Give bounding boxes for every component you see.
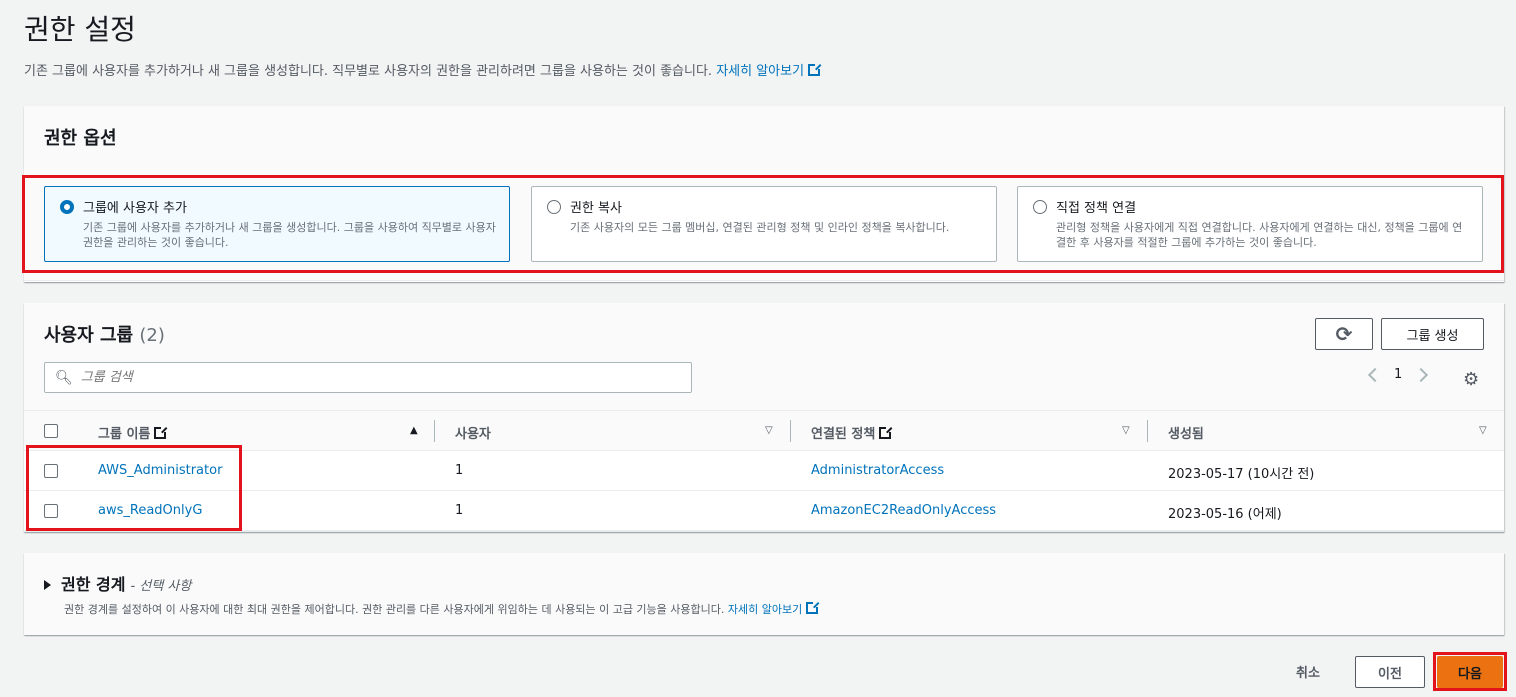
- boundary-description: 권한 경계를 설정하여 이 사용자에 대한 최대 권한을 제어합니다. 권한 관…: [64, 601, 1484, 617]
- create-group-button[interactable]: 그룹 생성: [1381, 318, 1484, 350]
- page-title: 권한 설정: [24, 13, 136, 46]
- user-count: 1: [455, 503, 464, 518]
- refresh-icon: ⟳: [1335, 322, 1353, 346]
- column-users[interactable]: 사용자: [455, 423, 491, 442]
- next-button[interactable]: 다음: [1437, 656, 1503, 688]
- select-all-checkbox[interactable]: [44, 424, 58, 438]
- option-description: 관리형 정책을 사용자에게 직접 연결합니다. 사용자에게 연결하는 대신, 정…: [1056, 221, 1463, 249]
- pagination: 1: [1367, 367, 1429, 382]
- option-add-to-group[interactable]: 그룹에 사용자 추가 기존 그룹에 사용자를 추가하거나 새 그룹을 생성합니다…: [44, 186, 510, 262]
- search-input[interactable]: [80, 370, 681, 385]
- highlight-outline: [26, 445, 242, 531]
- caret-right-icon[interactable]: [44, 580, 51, 590]
- option-label: 권한 복사: [570, 201, 622, 216]
- option-description: 기존 그룹에 사용자를 추가하거나 새 그룹을 생성합니다. 그룹을 사용하여 …: [83, 221, 496, 249]
- permission-options-panel: 권한 옵션 그룹에 사용자 추가 기존 그룹에 사용자를 추가하거나 새 그룹을…: [22, 106, 1504, 282]
- search-icon: 🔍︎: [55, 369, 73, 386]
- option-label: 그룹에 사용자 추가: [83, 201, 187, 216]
- refresh-button[interactable]: ⟳: [1315, 318, 1373, 350]
- previous-button[interactable]: 이전: [1355, 656, 1425, 688]
- chevron-right-icon[interactable]: [1414, 367, 1429, 382]
- boundary-header[interactable]: 권한 경계 - 선택 사항: [44, 571, 1484, 595]
- user-count: 1: [455, 463, 464, 478]
- option-copy-permissions[interactable]: 권한 복사 기존 사용자의 모든 그룹 멤버십, 연결된 관리형 정책 및 인라…: [531, 186, 997, 262]
- option-label: 직접 정책 연결: [1056, 201, 1137, 216]
- policy-link[interactable]: AdministratorAccess: [811, 463, 944, 478]
- groups-table: 그룹 이름 ▲ 사용자 ▽ 연결된 정책 ▽ 생성됨 ▽ AWS_Adminis…: [24, 410, 1504, 531]
- column-created[interactable]: 생성됨: [1168, 423, 1204, 442]
- user-groups-panel: 사용자 그룹 (2) ⟳ 그룹 생성 🔍︎ 1 ⚙ 그룹 이름 ▲ 사용자 ▽: [24, 303, 1504, 532]
- external-link-icon: [879, 426, 893, 439]
- table-header: 그룹 이름 ▲ 사용자 ▽ 연결된 정책 ▽ 생성됨 ▽: [24, 410, 1504, 451]
- external-link-icon: [154, 426, 168, 439]
- page-description-text: 기존 그룹에 사용자를 추가하거나 새 그룹을 생성합니다. 직무별로 사용자의…: [24, 64, 713, 79]
- page-description: 기존 그룹에 사용자를 추가하거나 새 그룹을 생성합니다. 직무별로 사용자의…: [24, 60, 822, 79]
- sort-icon[interactable]: ▽: [1479, 425, 1487, 436]
- boundary-optional: - 선택 사항: [130, 579, 192, 594]
- column-divider: [1147, 420, 1148, 442]
- column-attached-policies[interactable]: 연결된 정책: [811, 423, 893, 442]
- table-row[interactable]: aws_ReadOnlyG 1 AmazonEC2ReadOnlyAccess …: [24, 491, 1504, 531]
- user-groups-title: 사용자 그룹 (2): [44, 325, 165, 346]
- sort-icon[interactable]: ▽: [765, 425, 773, 436]
- boundary-title: 권한 경계: [61, 575, 126, 594]
- column-divider: [434, 420, 435, 442]
- gear-icon[interactable]: ⚙: [1463, 369, 1479, 390]
- learn-more-link[interactable]: 자세히 알아보기: [728, 601, 820, 616]
- option-attach-policies[interactable]: 직접 정책 연결 관리형 정책을 사용자에게 직접 연결합니다. 사용자에게 연…: [1017, 186, 1483, 262]
- created-date: 2023-05-16 (어제): [1168, 507, 1282, 522]
- column-divider: [790, 420, 791, 442]
- created-date: 2023-05-17 (10시간 전): [1168, 467, 1315, 482]
- radio-unselected[interactable]: [547, 200, 561, 214]
- radio-unselected[interactable]: [1033, 200, 1047, 214]
- policy-link[interactable]: AmazonEC2ReadOnlyAccess: [811, 503, 996, 518]
- external-link-icon: [806, 601, 820, 614]
- sort-ascending-icon[interactable]: ▲: [410, 425, 418, 436]
- page-number[interactable]: 1: [1394, 367, 1402, 382]
- radio-selected[interactable]: [60, 200, 74, 214]
- table-row[interactable]: AWS_Administrator 1 AdministratorAccess …: [24, 451, 1504, 491]
- sort-icon[interactable]: ▽: [1122, 425, 1130, 436]
- permission-options-title: 권한 옵션: [44, 128, 117, 149]
- cancel-button[interactable]: 취소: [1296, 662, 1320, 681]
- chevron-left-icon[interactable]: [1367, 367, 1383, 382]
- group-count: (2): [139, 325, 165, 346]
- external-link-icon: [808, 63, 822, 76]
- option-description: 기존 사용자의 모든 그룹 멤버십, 연결된 관리형 정책 및 인라인 정책을 …: [570, 221, 950, 234]
- permissions-boundary-panel: 권한 경계 - 선택 사항 권한 경계를 설정하여 이 사용자에 대한 최대 권…: [24, 553, 1504, 635]
- group-search[interactable]: 🔍︎: [44, 362, 692, 393]
- learn-more-link[interactable]: 자세히 알아보기: [716, 63, 822, 79]
- column-group-name[interactable]: 그룹 이름: [98, 423, 168, 442]
